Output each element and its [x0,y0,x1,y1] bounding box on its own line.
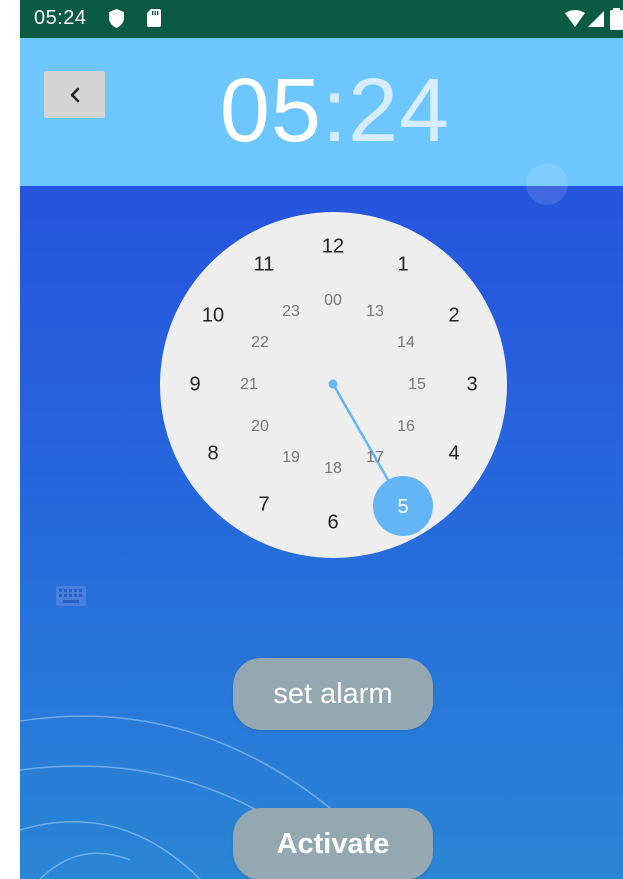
clock-hour-6[interactable]: 6 [327,512,338,535]
decorative-circle [526,163,568,205]
time-separator: : [321,61,348,161]
clock-hour-21[interactable]: 21 [240,376,258,394]
clock-hour-15[interactable]: 15 [408,376,426,394]
clock-hour-9[interactable]: 9 [189,374,200,397]
clock-hour-11[interactable]: 11 [254,254,275,277]
selected-time-display: 05:24 [20,60,623,163]
clock-hour-19[interactable]: 19 [282,449,300,467]
clock-hour-16[interactable]: 16 [397,418,415,436]
clock-hour-7[interactable]: 7 [258,494,269,517]
clock-hour-14[interactable]: 14 [397,334,415,352]
selected-hour-label: 5 [397,496,408,518]
clock-hour-18[interactable]: 18 [324,460,342,478]
activate-button[interactable]: Activate [233,808,433,879]
clock-hour-17[interactable]: 17 [366,449,384,467]
wifi-icon [565,10,585,27]
clock-hour-22[interactable]: 22 [251,334,269,352]
clock-hour-1[interactable]: 1 [397,254,408,277]
keyboard-icon[interactable] [56,586,86,606]
clock-hour-00[interactable]: 00 [324,292,342,310]
clock-hour-8[interactable]: 8 [207,443,218,466]
shield-icon [109,9,124,28]
status-bar: 05:24 [20,0,623,38]
app-screen: 05:24 05:24 5 12 1 2 3 4 6 7 8 9 10 11 00 13 14 15 16 17… [20,0,623,879]
battery-icon [610,8,623,30]
clock-dial[interactable]: 5 12 1 2 3 4 6 7 8 9 10 11 00 13 14 15 16 17 18 19 20 21 22 23 [160,212,507,558]
sd-card-icon [147,9,161,27]
clock-hour-12[interactable]: 12 [322,236,344,259]
clock-hour-3[interactable]: 3 [466,374,477,397]
clock-hour-13[interactable]: 13 [366,303,384,321]
clock-hour-4[interactable]: 4 [448,443,459,466]
status-time: 05:24 [34,7,87,29]
cell-signal-icon [588,11,604,27]
minutes-display[interactable]: 24 [348,61,450,161]
clock-center-dot [328,379,338,389]
clock-hour-2[interactable]: 2 [448,305,459,328]
time-header: 05:24 [20,38,623,186]
clock-hand-layer: 5 [328,379,433,536]
hours-display[interactable]: 05 [220,61,322,161]
clock-hour-20[interactable]: 20 [251,418,269,436]
clock-hour-23[interactable]: 23 [282,303,300,321]
set-alarm-button[interactable]: set alarm [233,658,433,730]
clock-hour-10[interactable]: 10 [202,305,224,328]
